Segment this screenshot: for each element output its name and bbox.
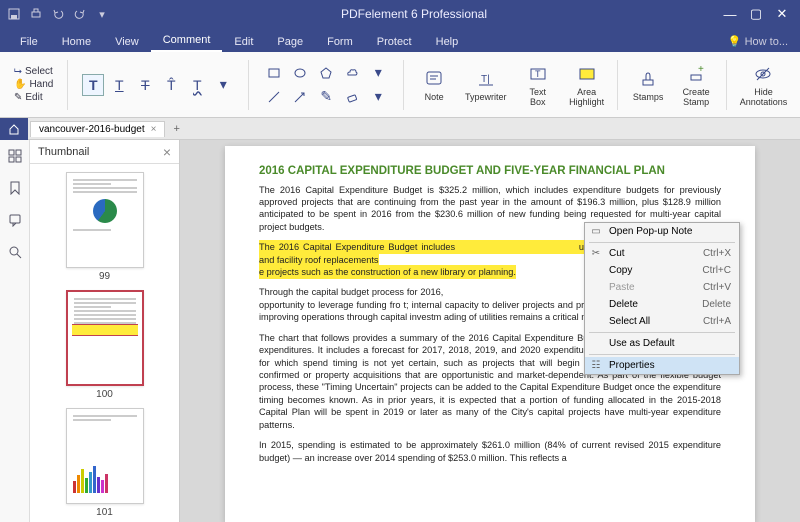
caret-tool[interactable]: T̂ — [160, 74, 182, 96]
minimize-button[interactable]: — — [718, 4, 742, 24]
menubar: File Home View Comment Edit Page Form Pr… — [0, 28, 800, 52]
close-button[interactable]: ✕ — [770, 4, 794, 24]
ctx-copy[interactable]: CopyCtrl+C — [585, 262, 739, 279]
menu-form[interactable]: Form — [315, 32, 365, 52]
ctx-select-all[interactable]: Select AllCtrl+A — [585, 313, 739, 330]
edit-icon: ✎ — [14, 92, 22, 103]
note-icon — [422, 67, 446, 91]
thumbnail-99[interactable]: 99 — [66, 172, 144, 282]
howto-link[interactable]: 💡 How to... — [716, 31, 800, 52]
document-tab[interactable]: vancouver-2016-budget × — [30, 121, 165, 137]
window-controls: — ▢ ✕ — [718, 4, 794, 24]
ctx-properties[interactable]: ☷Properties — [585, 357, 739, 374]
document-tabbar: vancouver-2016-budget × + — [0, 118, 800, 140]
textbox-icon: T — [526, 62, 550, 86]
add-tab-button[interactable]: + — [165, 123, 187, 135]
left-rail — [0, 140, 30, 522]
note-small-icon: ▭ — [589, 226, 603, 237]
shape-polygon-icon[interactable] — [315, 62, 337, 84]
page-heading: 2016 CAPITAL EXPENDITURE BUDGET AND FIVE… — [259, 164, 721, 180]
ctx-cut[interactable]: ✂CutCtrl+X — [585, 245, 739, 262]
create-stamp-icon: + — [684, 62, 708, 86]
titlebar: ▾ PDFelement 6 Professional — ▢ ✕ — [0, 0, 800, 28]
select-tool[interactable]: ⮡Select — [14, 66, 53, 77]
stamps-icon — [636, 67, 660, 91]
underline-tool[interactable]: T — [108, 74, 130, 96]
ctx-open-popup-note[interactable]: ▭Open Pop-up Note — [585, 223, 739, 240]
eye-off-icon — [751, 62, 775, 86]
cursor-icon: ⮡ — [14, 66, 22, 77]
print-icon[interactable] — [28, 6, 44, 22]
save-icon[interactable] — [6, 6, 22, 22]
menu-edit[interactable]: Edit — [222, 32, 265, 52]
line-tool-icon[interactable] — [263, 86, 285, 108]
tab-close-icon[interactable]: × — [151, 124, 157, 135]
typewriter-icon: T| — [474, 67, 498, 91]
eraser-tool-icon[interactable] — [341, 86, 363, 108]
edit-tool[interactable]: ✎Edit — [14, 92, 53, 103]
search-panel-icon[interactable] — [5, 242, 25, 262]
pie-chart-icon — [93, 199, 117, 223]
ctx-paste[interactable]: PasteCtrl+V — [585, 279, 739, 296]
qat-dropdown-icon[interactable]: ▾ — [94, 6, 110, 22]
shape-cloud-icon[interactable] — [341, 62, 363, 84]
menu-page[interactable]: Page — [265, 32, 315, 52]
area-highlight-icon — [575, 62, 599, 86]
highlight-tool[interactable]: T — [82, 74, 104, 96]
quick-access-toolbar: ▾ — [6, 6, 110, 22]
hand-tool[interactable]: ✋Hand — [14, 79, 53, 90]
annotations-panel-icon[interactable] — [5, 210, 25, 230]
svg-text:T: T — [535, 69, 541, 79]
menu-home[interactable]: Home — [50, 32, 103, 52]
thumbnail-panel-title: Thumbnail — [38, 146, 89, 158]
shape-rect-icon[interactable] — [263, 62, 285, 84]
cut-icon: ✂ — [589, 248, 603, 259]
bookmark-panel-icon[interactable] — [5, 178, 25, 198]
thumbnail-100[interactable]: 100 — [66, 290, 144, 400]
ctx-use-as-default[interactable]: Use as Default — [585, 335, 739, 352]
hide-annotations-button[interactable]: Hide Annotations — [735, 60, 792, 110]
shape-oval-icon[interactable] — [289, 62, 311, 84]
area-highlight-button[interactable]: Area Highlight — [564, 60, 609, 110]
workarea: Thumbnail × 99 100 101 2016 CAPITAL EXPE… — [0, 140, 800, 522]
squiggly-tool[interactable]: T — [186, 74, 208, 96]
note-button[interactable]: Note — [412, 65, 456, 105]
svg-text:T|: T| — [481, 74, 490, 85]
undo-icon[interactable] — [50, 6, 66, 22]
document-view[interactable]: 2016 CAPITAL EXPENDITURE BUDGET AND FIVE… — [180, 140, 800, 522]
pencil-tool-icon[interactable]: ✎ — [315, 86, 337, 108]
ribbon: ⮡Select ✋Hand ✎Edit T T T T̂ T ▾ ▾ ✎ ▾ — [0, 52, 800, 118]
menu-file[interactable]: File — [8, 32, 50, 52]
tab-label: vancouver-2016-budget — [39, 124, 145, 135]
maximize-button[interactable]: ▢ — [744, 4, 768, 24]
menu-protect[interactable]: Protect — [365, 32, 424, 52]
thumbnail-101[interactable]: 101 — [66, 408, 144, 518]
context-menu: ▭Open Pop-up Note ✂CutCtrl+X CopyCtrl+C … — [584, 222, 740, 375]
ctx-delete[interactable]: DeleteDelete — [585, 296, 739, 313]
stamps-button[interactable]: Stamps — [626, 65, 670, 105]
thumbnail-panel-icon[interactable] — [5, 146, 25, 166]
properties-icon: ☷ — [589, 360, 603, 371]
redo-icon[interactable] — [72, 6, 88, 22]
menu-view[interactable]: View — [103, 32, 151, 52]
arrow-tool-icon[interactable] — [289, 86, 311, 108]
home-tab-button[interactable] — [0, 118, 28, 140]
menu-comment[interactable]: Comment — [151, 30, 223, 52]
textbox-button[interactable]: T Text Box — [515, 60, 560, 110]
bar-chart-icon — [73, 463, 137, 493]
typewriter-button[interactable]: T| Typewriter — [460, 65, 511, 105]
thumbnail-panel: Thumbnail × 99 100 101 — [30, 140, 180, 522]
app-title: PDFelement 6 Professional — [110, 7, 718, 21]
thumbnail-panel-close-icon[interactable]: × — [163, 144, 171, 160]
strikethrough-tool[interactable]: T — [134, 74, 156, 96]
hand-icon: ✋ — [14, 79, 26, 90]
text-dropdown[interactable]: ▾ — [212, 74, 234, 96]
shape-dropdown[interactable]: ▾ — [367, 62, 389, 84]
create-stamp-button[interactable]: + Create Stamp — [674, 60, 718, 110]
menu-help[interactable]: Help — [424, 32, 471, 52]
svg-text:+: + — [698, 64, 704, 75]
line-dropdown[interactable]: ▾ — [367, 86, 389, 108]
paragraph: In 2015, spending is estimated to be app… — [259, 439, 721, 464]
